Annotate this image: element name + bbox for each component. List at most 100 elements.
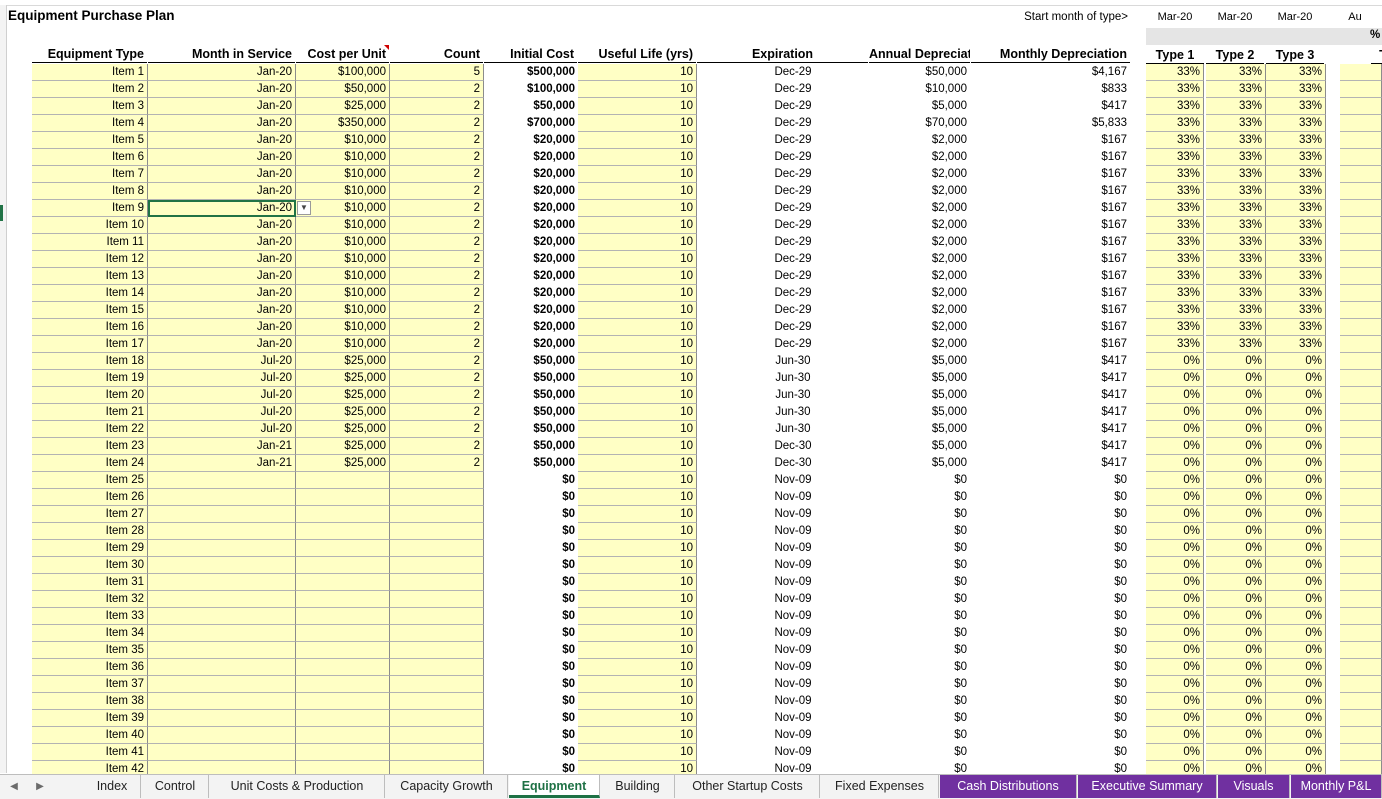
expiration-cell[interactable]: Jun-30 xyxy=(697,387,889,404)
type-2-share-cell[interactable]: 33% xyxy=(1206,319,1266,336)
annual-depreciation-cell[interactable]: $2,000 xyxy=(869,132,970,149)
type-3-share-cell[interactable]: 33% xyxy=(1266,149,1326,166)
cost-per-unit-cell[interactable] xyxy=(296,642,390,659)
annual-depreciation-cell[interactable]: $2,000 xyxy=(869,166,970,183)
annual-depreciation-cell[interactable]: $0 xyxy=(869,472,970,489)
expiration-cell[interactable]: Dec-29 xyxy=(697,115,889,132)
monthly-depreciation-cell[interactable]: $0 xyxy=(971,625,1130,642)
cost-per-unit-cell[interactable] xyxy=(296,540,390,557)
type-2-share-cell[interactable]: 33% xyxy=(1206,302,1266,319)
annual-depreciation-cell[interactable]: $0 xyxy=(869,523,970,540)
type-3-share-cell[interactable]: 0% xyxy=(1266,489,1326,506)
count-cell[interactable]: 2 xyxy=(390,132,484,149)
cost-per-unit-cell[interactable]: $25,000 xyxy=(296,455,390,472)
initial-cost-cell[interactable]: $0 xyxy=(484,557,578,574)
equipment-type-cell[interactable]: Item 32 xyxy=(32,591,148,608)
month-in-service-cell[interactable]: Jan-20 xyxy=(148,98,296,115)
month-in-service-cell[interactable] xyxy=(148,506,296,523)
count-cell[interactable] xyxy=(390,642,484,659)
expiration-cell[interactable]: Dec-29 xyxy=(697,217,889,234)
annual-depreciation-cell[interactable]: $0 xyxy=(869,727,970,744)
count-cell[interactable] xyxy=(390,574,484,591)
cost-per-unit-cell[interactable] xyxy=(296,676,390,693)
type-4-share-cell[interactable] xyxy=(1340,98,1382,115)
type-2-share-cell[interactable]: 0% xyxy=(1206,642,1266,659)
useful-life-cell[interactable]: 10 xyxy=(578,166,697,183)
expiration-cell[interactable]: Dec-29 xyxy=(697,285,889,302)
expiration-cell[interactable]: Nov-09 xyxy=(697,489,889,506)
expiration-cell[interactable]: Nov-09 xyxy=(697,523,889,540)
annual-depreciation-cell[interactable]: $2,000 xyxy=(869,200,970,217)
equipment-type-cell[interactable]: Item 33 xyxy=(32,608,148,625)
equipment-type-cell[interactable]: Item 31 xyxy=(32,574,148,591)
initial-cost-cell[interactable]: $0 xyxy=(484,574,578,591)
equipment-type-cell[interactable]: Item 35 xyxy=(32,642,148,659)
type-2-share-cell[interactable]: 33% xyxy=(1206,285,1266,302)
initial-cost-cell[interactable]: $50,000 xyxy=(484,404,578,421)
type-2-share-cell[interactable]: 0% xyxy=(1206,574,1266,591)
month-in-service-cell[interactable]: Jan-20 xyxy=(148,302,296,319)
expiration-cell[interactable]: Nov-09 xyxy=(697,557,889,574)
month-in-service-cell[interactable] xyxy=(148,557,296,574)
monthly-depreciation-cell[interactable]: $167 xyxy=(971,166,1130,183)
cost-per-unit-cell[interactable] xyxy=(296,727,390,744)
count-cell[interactable]: 2 xyxy=(390,319,484,336)
count-cell[interactable] xyxy=(390,608,484,625)
expiration-cell[interactable]: Jun-30 xyxy=(697,353,889,370)
type-2-share-cell[interactable]: 33% xyxy=(1206,64,1266,81)
type-1-share-cell[interactable]: 33% xyxy=(1146,149,1204,166)
type-2-share-cell[interactable]: 33% xyxy=(1206,183,1266,200)
monthly-depreciation-cell[interactable]: $417 xyxy=(971,421,1130,438)
annual-depreciation-cell[interactable]: $0 xyxy=(869,540,970,557)
type-3-share-cell[interactable]: 33% xyxy=(1266,217,1326,234)
cost-per-unit-cell[interactable]: $10,000 xyxy=(296,149,390,166)
monthly-depreciation-cell[interactable]: $0 xyxy=(971,523,1130,540)
initial-cost-cell[interactable]: $20,000 xyxy=(484,149,578,166)
count-cell[interactable] xyxy=(390,540,484,557)
equipment-type-cell[interactable]: Item 2 xyxy=(32,81,148,98)
monthly-depreciation-cell[interactable]: $0 xyxy=(971,506,1130,523)
type-1-share-cell[interactable]: 0% xyxy=(1146,642,1204,659)
count-cell[interactable]: 2 xyxy=(390,336,484,353)
annual-depreciation-cell[interactable]: $5,000 xyxy=(869,370,970,387)
equipment-type-cell[interactable]: Item 40 xyxy=(32,727,148,744)
type-2-share-cell[interactable]: 0% xyxy=(1206,387,1266,404)
useful-life-cell[interactable]: 10 xyxy=(578,455,697,472)
equipment-type-cell[interactable]: Item 19 xyxy=(32,370,148,387)
initial-cost-cell[interactable]: $20,000 xyxy=(484,183,578,200)
initial-cost-cell[interactable]: $0 xyxy=(484,472,578,489)
month-in-service-cell[interactable] xyxy=(148,523,296,540)
type-3-share-cell[interactable]: 33% xyxy=(1266,183,1326,200)
type-1-share-cell[interactable]: 0% xyxy=(1146,404,1204,421)
expiration-cell[interactable]: Nov-09 xyxy=(697,659,889,676)
type-3-share-cell[interactable]: 33% xyxy=(1266,64,1326,81)
type-4-share-cell[interactable] xyxy=(1340,200,1382,217)
annual-depreciation-cell[interactable]: $0 xyxy=(869,625,970,642)
annual-depreciation-cell[interactable]: $5,000 xyxy=(869,353,970,370)
tab-capacity-growth[interactable]: Capacity Growth xyxy=(386,775,508,798)
cost-per-unit-cell[interactable] xyxy=(296,710,390,727)
initial-cost-cell[interactable]: $20,000 xyxy=(484,217,578,234)
cost-per-unit-cell[interactable]: $10,000 xyxy=(296,166,390,183)
count-cell[interactable] xyxy=(390,727,484,744)
annual-depreciation-cell[interactable]: $5,000 xyxy=(869,387,970,404)
type-4-share-cell[interactable] xyxy=(1340,234,1382,251)
cost-per-unit-cell[interactable] xyxy=(296,557,390,574)
type-1-share-cell[interactable]: 0% xyxy=(1146,557,1204,574)
expiration-cell[interactable]: Nov-09 xyxy=(697,676,889,693)
month-in-service-cell[interactable]: Jan-21 xyxy=(148,438,296,455)
type-2-share-cell[interactable]: 0% xyxy=(1206,421,1266,438)
equipment-type-cell[interactable]: Item 27 xyxy=(32,506,148,523)
type-1-share-cell[interactable]: 0% xyxy=(1146,625,1204,642)
type-3-share-cell[interactable]: 0% xyxy=(1266,676,1326,693)
month-in-service-cell[interactable] xyxy=(148,625,296,642)
monthly-depreciation-cell[interactable]: $0 xyxy=(971,557,1130,574)
type-2-share-cell[interactable]: 0% xyxy=(1206,676,1266,693)
type-3-share-cell[interactable]: 33% xyxy=(1266,81,1326,98)
equipment-type-cell[interactable]: Item 10 xyxy=(32,217,148,234)
type-4-share-cell[interactable] xyxy=(1340,710,1382,727)
type-1-share-cell[interactable]: 0% xyxy=(1146,506,1204,523)
cost-per-unit-cell[interactable]: $25,000 xyxy=(296,370,390,387)
type-3-share-cell[interactable]: 33% xyxy=(1266,302,1326,319)
useful-life-cell[interactable]: 10 xyxy=(578,285,697,302)
